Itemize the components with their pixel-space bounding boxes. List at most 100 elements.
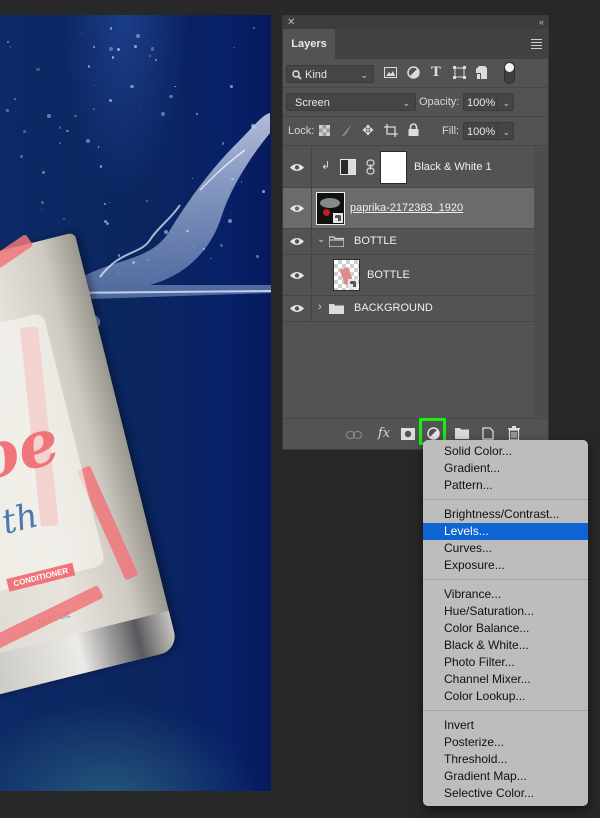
type-filter-icon[interactable]: T [429,65,443,80]
visibility-toggle[interactable] [283,296,312,321]
layer-name: BOTTLE [354,235,397,247]
layers-list: ↲ Black & White 1 paprika-2172383_1920 ⌄… [283,147,535,322]
water-droplet [109,47,113,51]
menu-item-photo-filter[interactable]: Photo Filter... [423,654,588,671]
menu-item-curves[interactable]: Curves... [423,540,588,557]
menu-item-pattern[interactable]: Pattern... [423,477,588,494]
layer-thumbnail [316,192,345,225]
blend-mode-dropdown[interactable]: Screen ⌄ [286,93,416,111]
menu-item-levels[interactable]: Levels... [423,523,588,540]
chevron-down-icon[interactable]: ⌄ [317,234,325,245]
lock-transparency-icon[interactable] [319,125,330,136]
menu-item-hue-saturation[interactable]: Hue/Saturation... [423,603,588,620]
opacity-label: Opacity: [419,96,460,108]
water-droplet [256,255,259,258]
menu-item-selective-color[interactable]: Selective Color... [423,785,588,802]
water-droplet [6,109,10,112]
layer-name: Black & White 1 [414,161,492,173]
water-droplet [108,98,112,102]
chevron-down-icon[interactable]: ⌄ [497,94,510,112]
water-droplet [41,170,45,174]
water-droplet [174,85,176,88]
fill-label: Fill: [442,125,460,137]
fill-field[interactable]: 100% ⌄ [463,122,514,141]
filter-toggle-icon[interactable] [504,62,515,84]
water-droplet [86,138,90,143]
adjustment-filter-icon[interactable] [407,66,420,79]
layer-row-background-group[interactable]: › BACKGROUND [283,296,535,322]
layer-mask-thumbnail[interactable] [380,151,407,184]
filter-kind-dropdown[interactable]: Kind ⌄ [286,65,374,83]
filter-kind-label: Kind [305,69,328,81]
water-droplet [20,154,24,158]
water-droplet [40,200,44,204]
chain-link-icon[interactable] [366,159,375,175]
layer-row-bottle-group[interactable]: ⌄ BOTTLE [283,229,535,255]
add-mask-icon[interactable] [401,428,415,446]
chevron-right-icon[interactable]: › [318,301,322,313]
menu-separator [423,499,588,500]
lock-all-icon[interactable] [408,123,419,136]
lock-artboard-icon[interactable] [384,124,398,137]
menu-item-gradient-map[interactable]: Gradient Map... [423,768,588,785]
water-droplet [40,208,42,210]
menu-item-black-white[interactable]: Black & White... [423,637,588,654]
menu-item-color-balance[interactable]: Color Balance... [423,620,588,637]
layers-scrollbar[interactable] [534,147,548,417]
water-droplet [22,129,26,133]
visibility-toggle[interactable] [283,255,312,295]
water-droplet [116,48,120,51]
water-droplet [130,84,134,88]
menu-item-brightness-contrast[interactable]: Brightness/Contrast... [423,506,588,523]
layer-name: paprika-2172383_1920 [350,202,464,214]
menu-item-vibrance[interactable]: Vibrance... [423,586,588,603]
image-filter-icon[interactable] [384,67,397,79]
water-droplet [117,273,120,275]
opacity-field[interactable]: 100% ⌄ [463,93,514,112]
menu-item-threshold[interactable]: Threshold... [423,751,588,768]
close-icon[interactable]: ✕ [287,16,295,29]
eye-icon [290,163,304,171]
shape-filter-icon[interactable] [453,66,466,79]
lock-row: Lock: ✥ Fill: 100% ⌄ [283,117,548,146]
water-droplet [87,64,91,68]
collapse-icon[interactable]: ‹‹ [539,16,544,29]
smart-object-badge-icon [333,213,343,223]
lock-label: Lock: [288,125,315,137]
menu-item-exposure[interactable]: Exposure... [423,557,588,574]
menu-item-color-lookup[interactable]: Color Lookup... [423,688,588,705]
menu-item-solid-color[interactable]: Solid Color... [423,443,588,460]
layer-row-bottle[interactable]: BOTTLE [283,255,535,296]
smart-object-filter-icon[interactable] [476,66,488,79]
water-droplet [134,45,137,48]
water-droplet [132,260,136,264]
folder-icon [329,236,344,247]
fx-icon[interactable]: fx [375,425,393,443]
lock-pixels-brush-icon[interactable] [341,124,353,137]
menu-item-channel-mixer[interactable]: Channel Mixer... [423,671,588,688]
document-canvas[interactable]: oe th CONDITIONER 12 FL OZ [0,15,271,791]
layer-row-black-white-1[interactable]: ↲ Black & White 1 [283,147,535,188]
menu-item-invert[interactable]: Invert [423,717,588,734]
layer-row-paprika[interactable]: paprika-2172383_1920 [283,188,535,229]
water-droplet [228,219,232,224]
water-droplet [99,165,103,168]
menu-item-posterize[interactable]: Posterize... [423,734,588,751]
water-droplet [73,114,77,118]
visibility-toggle[interactable] [283,147,312,187]
panel-menu-icon[interactable] [531,39,542,51]
tab-layers[interactable]: Layers [283,29,335,59]
visibility-toggle[interactable] [283,188,312,228]
adjustment-thumbnail-icon [340,159,356,175]
panel-tab-row: Layers [283,29,548,59]
chevron-down-icon: ⌄ [402,98,410,108]
link-layers-icon[interactable] [346,431,362,449]
menu-item-gradient[interactable]: Gradient... [423,460,588,477]
visibility-toggle[interactable] [283,229,312,254]
chevron-down-icon[interactable]: ⌄ [497,123,510,141]
water-droplet [47,114,51,118]
water-droplet [233,46,235,48]
water-droplet [169,94,173,98]
water-droplet [97,146,99,148]
lock-position-move-icon[interactable]: ✥ [361,122,375,139]
